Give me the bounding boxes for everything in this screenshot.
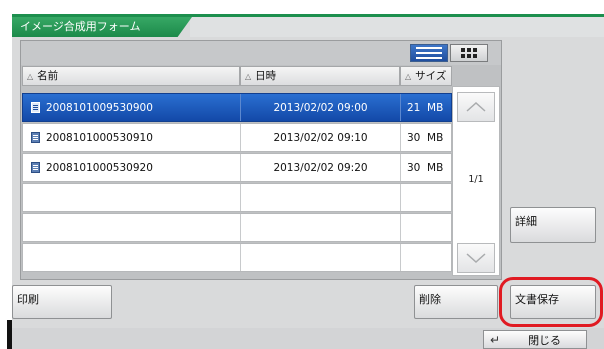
sort-triangle-icon: △ [405, 72, 412, 81]
empty-cell [241, 184, 401, 211]
empty-row [22, 243, 452, 272]
row-size: 30 MB [407, 161, 444, 174]
column-header-name-label: 名前 [37, 70, 59, 82]
thumbnail-view-icon [451, 45, 487, 61]
row-name: 2008101000530920 [46, 161, 153, 174]
return-arrow-icon: ↵ [490, 332, 501, 347]
window-title: イメージ合成用フォーム [20, 20, 141, 33]
document-icon [31, 102, 40, 113]
row-datetime: 2013/02/02 09:00 [273, 101, 368, 114]
list-view-icon [411, 45, 447, 61]
column-header-datetime[interactable]: △ 日時 [240, 66, 400, 86]
sort-triangle-icon: △ [27, 72, 34, 81]
detail-button[interactable]: 詳細 [510, 207, 596, 243]
row-datetime: 2013/02/02 09:10 [273, 131, 368, 144]
row-name: 2008101009530900 [46, 101, 153, 114]
table-row[interactable]: 2008101000530910 2013/02/02 09:10 30 MB [22, 123, 452, 152]
row-datetime: 2013/02/02 09:20 [273, 161, 368, 174]
document-icon [31, 162, 40, 173]
column-header-name[interactable]: △ 名前 [22, 66, 240, 86]
list-view-button[interactable] [410, 44, 448, 62]
chevron-up-icon [466, 102, 486, 112]
row-datetime-cell: 2013/02/02 09:20 [241, 154, 401, 181]
column-header-size[interactable]: △ サイズ [400, 66, 452, 86]
highlight-ring [499, 277, 603, 327]
column-header-size-label: サイズ [415, 70, 447, 82]
scroll-down-button[interactable] [457, 243, 495, 273]
row-name-cell: 2008101009530900 [23, 94, 241, 121]
chevron-down-icon [466, 253, 486, 263]
empty-cell [23, 184, 241, 211]
column-header-datetime-label: 日時 [255, 70, 277, 82]
row-size-cell: 30 MB [401, 124, 453, 151]
delete-button[interactable]: 削除 [414, 285, 498, 319]
table-row[interactable]: 2008101000530920 2013/02/02 09:20 30 MB [22, 153, 452, 182]
scroll-up-button[interactable] [457, 92, 495, 122]
empty-cell [241, 214, 401, 241]
titlebar-background [190, 17, 604, 37]
empty-row [22, 213, 452, 242]
row-size: 21 MB [407, 101, 444, 114]
empty-cell [23, 244, 241, 271]
print-button[interactable]: 印刷 [12, 285, 112, 319]
close-button-label: 閉じる [528, 333, 562, 347]
empty-cell [23, 214, 241, 241]
document-icon [31, 132, 40, 143]
thumbnail-view-button[interactable] [450, 44, 488, 62]
empty-cell [241, 244, 401, 271]
row-size-cell: 21 MB [401, 94, 453, 121]
left-margin [0, 14, 12, 349]
row-size: 30 MB [407, 131, 444, 144]
row-name-cell: 2008101000530920 [23, 154, 241, 181]
table-row[interactable]: 2008101009530900 2013/02/02 09:00 21 MB [22, 93, 452, 122]
sort-triangle-icon: △ [245, 72, 252, 81]
row-datetime-cell: 2013/02/02 09:00 [241, 94, 401, 121]
row-datetime-cell: 2013/02/02 09:10 [241, 124, 401, 151]
row-size-cell: 30 MB [401, 154, 453, 181]
row-name: 2008101000530910 [46, 131, 153, 144]
top-strip [0, 0, 604, 14]
close-button[interactable]: ↵ 閉じる [483, 330, 587, 349]
page-indicator: 1/1 [468, 174, 484, 185]
empty-row [22, 183, 452, 212]
row-name-cell: 2008101000530910 [23, 124, 241, 151]
